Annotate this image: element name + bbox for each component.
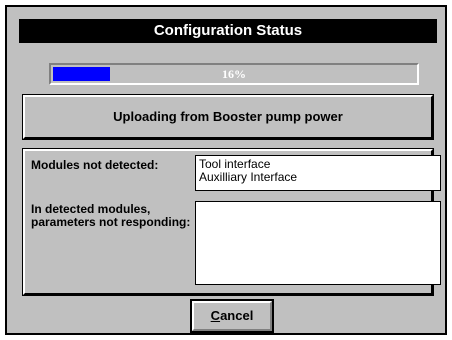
progress-label: 16% [222,67,246,81]
modules-not-detected-label: Modules not detected: [31,158,159,172]
title-bar: Configuration Status [19,19,437,43]
parameters-not-responding-label: In detected modules, parameters not resp… [31,202,191,229]
configuration-status-dialog: Configuration Status 16% Uploading from … [5,5,447,335]
parameters-not-responding-list[interactable] [195,201,441,285]
status-panel: Uploading from Booster pump power [22,94,434,140]
cancel-accelerator: C [210,308,221,323]
cancel-button-face: Cancel [192,301,272,331]
list-item[interactable]: Auxilliary Interface [199,171,437,184]
cancel-button[interactable]: Cancel [190,299,274,333]
modules-panel: Modules not detected: Tool interface Aux… [22,148,441,296]
progress-bar: 16% [49,63,419,85]
status-message: Uploading from Booster pump power [113,109,343,124]
modules-not-detected-list[interactable]: Tool interface Auxilliary Interface [195,155,441,191]
cancel-label-rest: ancel [220,308,254,323]
